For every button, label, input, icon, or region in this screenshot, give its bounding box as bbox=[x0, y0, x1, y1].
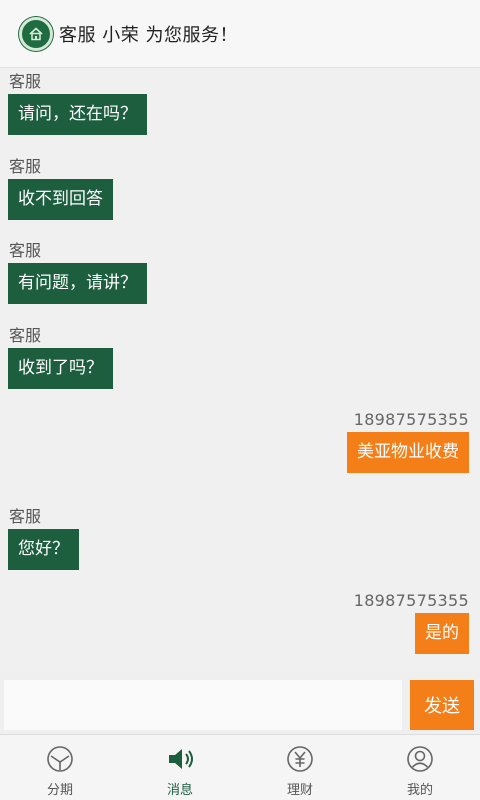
send-button[interactable]: 发送 bbox=[410, 680, 474, 730]
installment-icon bbox=[44, 743, 76, 775]
message-sender: 客服 bbox=[9, 72, 42, 91]
message-sender: 18987575355 bbox=[353, 410, 469, 429]
message-input[interactable] bbox=[4, 680, 402, 730]
message-bubble: 您好？ bbox=[8, 529, 79, 570]
home-logo-icon bbox=[19, 16, 53, 51]
message-bubble: 收到了吗？ bbox=[8, 348, 113, 389]
message-sender: 18987575355 bbox=[353, 591, 469, 610]
message-item: 客服 有问题，请讲？ bbox=[8, 239, 147, 304]
message-item: 客服 您好？ bbox=[8, 505, 79, 570]
message-bubble: 请问，还在吗？ bbox=[8, 94, 147, 135]
message-item: 客服 收不到回答 bbox=[8, 155, 113, 220]
tab-installment[interactable]: 分期 bbox=[0, 735, 120, 800]
speaker-icon bbox=[164, 743, 196, 775]
message-sender: 客服 bbox=[9, 157, 42, 176]
message-bubble: 收不到回答 bbox=[8, 179, 113, 220]
message-composer: 发送 bbox=[0, 672, 480, 734]
message-item: 18987575355 是的 bbox=[354, 589, 469, 654]
message-bubble: 是的 bbox=[415, 613, 469, 654]
yuan-icon bbox=[284, 743, 316, 775]
chat-header: 客服 小荣 为您服务！ bbox=[0, 0, 480, 68]
message-item: 客服 收到了吗？ bbox=[8, 324, 113, 389]
page-title: 客服 小荣 为您服务！ bbox=[59, 24, 238, 46]
tab-messages[interactable]: 消息 bbox=[120, 735, 240, 800]
message-bubble: 美亚物业收费 bbox=[347, 432, 469, 473]
tab-finance[interactable]: 理财 bbox=[240, 735, 360, 800]
user-icon bbox=[404, 743, 436, 775]
message-item: 18987575355 美亚物业收费 bbox=[347, 408, 469, 473]
message-item: 客服 请问，还在吗？ bbox=[8, 70, 147, 135]
bottom-tab-bar: 分期 消息 理财 我的 bbox=[0, 734, 480, 800]
message-list[interactable]: 客服 请问，还在吗？ 客服 收不到回答 客服 有问题，请讲？ 客服 收到了吗？ … bbox=[0, 68, 480, 672]
tab-label: 理财 bbox=[286, 783, 313, 798]
tab-label: 分期 bbox=[46, 783, 73, 798]
message-sender: 客服 bbox=[9, 326, 42, 345]
tab-label: 消息 bbox=[166, 783, 193, 798]
tab-label: 我的 bbox=[406, 783, 433, 798]
message-bubble: 有问题，请讲？ bbox=[8, 263, 147, 304]
tab-mine[interactable]: 我的 bbox=[360, 735, 480, 800]
message-sender: 客服 bbox=[9, 241, 42, 260]
message-sender: 客服 bbox=[9, 507, 42, 526]
